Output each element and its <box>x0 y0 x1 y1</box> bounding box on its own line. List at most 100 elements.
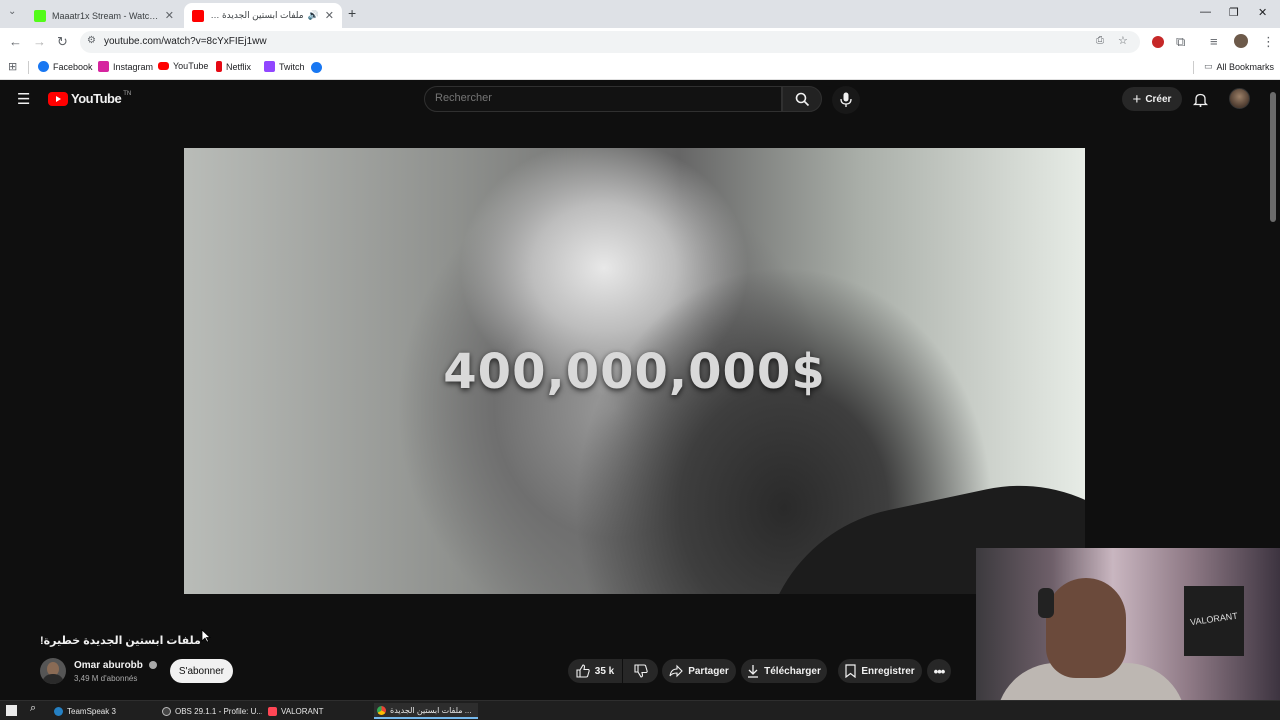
bookmark-label: Instagram <box>113 61 154 72</box>
create-label: Créer <box>1145 93 1172 105</box>
taskbar-search-icon[interactable]: ⌕ <box>30 702 36 715</box>
channel-avatar[interactable] <box>40 658 66 684</box>
close-tab-icon[interactable]: ✕ <box>165 9 174 22</box>
tab-search-icon[interactable]: ⌄ <box>8 6 16 17</box>
restore-icon[interactable]: ❐ <box>1229 6 1239 19</box>
share-label: Partager <box>688 665 729 677</box>
youtube-logo-text: YouTube <box>71 91 122 106</box>
taskbar-item-valorant[interactable]: VALORANT <box>268 703 368 719</box>
more-horizontal-icon: ••• <box>933 663 946 679</box>
bookmark-label: Twitch <box>279 61 305 72</box>
close-tab-icon[interactable]: ✕ <box>325 9 334 22</box>
youtube-logo[interactable]: YouTube TN <box>48 91 131 106</box>
search-box[interactable] <box>424 86 782 112</box>
divider <box>1193 61 1194 74</box>
download-button[interactable]: Télécharger <box>741 659 827 683</box>
headset-icon <box>1038 588 1054 618</box>
bookmark-twitch[interactable]: Twitch <box>264 61 305 72</box>
like-button[interactable]: 35 k <box>568 659 622 683</box>
more-actions-button[interactable]: ••• <box>927 659 951 683</box>
voice-search-button[interactable] <box>832 86 860 114</box>
hamburger-menu-icon[interactable]: ☰ <box>17 90 30 108</box>
channel-name-text: Omar aburobb <box>74 660 143 671</box>
menu-kebab-icon[interactable]: ⋮ <box>1262 34 1275 50</box>
bookmark-facebook-icon-only[interactable] <box>311 62 322 73</box>
kick-favicon-icon <box>34 9 46 22</box>
site-info-icon[interactable]: ⚙ <box>87 35 96 46</box>
mouse-cursor-icon <box>201 629 211 643</box>
address-bar[interactable]: ⚙ youtube.com/watch?v=8cYxFIEj1ww ⎙ ☆ <box>80 31 1140 53</box>
bookmark-facebook[interactable]: Facebook <box>38 61 93 72</box>
subscribe-button[interactable]: S'abonner <box>170 659 233 683</box>
create-button[interactable]: + Créer <box>1122 87 1182 111</box>
taskbar-item-label: VALORANT <box>281 706 324 716</box>
youtube-icon <box>158 62 169 70</box>
speaker-icon[interactable]: 🔊 <box>308 10 319 21</box>
forward-icon[interactable]: → <box>33 34 46 49</box>
minimize-icon[interactable]: — <box>1200 6 1211 18</box>
page-scrollbar-thumb[interactable] <box>1270 92 1276 222</box>
verified-badge-icon <box>148 661 157 670</box>
valorant-icon <box>268 706 277 716</box>
browser-tab-strip: ⌄ Maaatr1x Stream - Watch Live o ✕ ملفات… <box>0 0 1280 28</box>
facebook-icon <box>38 61 49 72</box>
youtube-region-code: TN <box>123 91 132 97</box>
search-input[interactable] <box>435 92 765 104</box>
thumbs-down-icon <box>633 664 648 678</box>
tab-title: Maaatr1x Stream - Watch Live o <box>52 10 159 21</box>
netflix-icon <box>216 61 222 72</box>
bookmark-youtube[interactable]: YouTube <box>158 61 208 71</box>
taskbar-item-chrome[interactable]: ملفات ابستين الجديدة ... <box>374 703 478 719</box>
bookmark-label: YouTube <box>173 61 209 71</box>
youtube-play-logo-icon <box>48 91 68 106</box>
taskbar-item-label: TeamSpeak 3 <box>67 706 116 716</box>
media-controls-icon[interactable]: ≡ <box>1210 34 1218 49</box>
bookmark-save-icon <box>845 664 856 678</box>
bookmark-star-icon[interactable]: ☆ <box>1118 34 1128 47</box>
twitch-icon <box>264 61 275 72</box>
streamer-webcam-overlay: VALORANT <box>976 548 1280 720</box>
taskbar-item-obs[interactable]: OBS 29.1.1 - Profile: U... <box>162 703 262 719</box>
windows-taskbar: ⌕ TeamSpeak 3 OBS 29.1.1 - Profile: U...… <box>0 700 1280 720</box>
folder-icon: ▭ <box>1204 61 1213 71</box>
profile-avatar-icon[interactable] <box>1234 34 1248 48</box>
instagram-icon <box>98 61 109 72</box>
dislike-button[interactable] <box>623 659 658 683</box>
channel-name[interactable]: Omar aburobb <box>74 660 157 671</box>
user-avatar[interactable] <box>1229 88 1250 109</box>
close-window-icon[interactable]: ✕ <box>1258 6 1267 19</box>
share-icon <box>669 664 683 678</box>
browser-tab-youtube[interactable]: ملفات ابستين الجديدة خطيرة! 🔊 ✕ <box>184 3 342 28</box>
divider <box>28 61 29 74</box>
share-button[interactable]: Partager <box>662 659 736 683</box>
extensions-icon[interactable]: ⧉ <box>1176 34 1185 50</box>
browser-tab-stream[interactable]: Maaatr1x Stream - Watch Live o ✕ <box>26 3 182 28</box>
save-button[interactable]: Enregistrer <box>838 659 922 683</box>
video-player[interactable]: 400,000,000$ <box>184 148 1085 594</box>
subscriber-count: 3,49 M d'abonnés <box>74 674 138 683</box>
install-icon[interactable]: ⎙ <box>1096 35 1104 46</box>
all-bookmarks-label: All Bookmarks <box>1216 61 1275 72</box>
windows-start-icon[interactable] <box>6 705 17 716</box>
bookmark-label: Netflix <box>226 61 252 72</box>
taskbar-item-teamspeak[interactable]: TeamSpeak 3 <box>54 703 154 719</box>
apps-grid-icon[interactable]: ⊞ <box>8 60 17 73</box>
all-bookmarks-folder[interactable]: ▭ All Bookmarks <box>1204 61 1274 72</box>
teamspeak-icon <box>54 706 63 716</box>
new-tab-icon[interactable]: + <box>348 5 356 21</box>
thumbs-up-icon <box>576 664 590 678</box>
obs-icon <box>162 706 171 716</box>
bookmark-netflix[interactable]: Netflix <box>216 61 251 72</box>
notifications-bell-icon[interactable] <box>1193 92 1208 107</box>
tab-title: ملفات ابستين الجديدة خطيرة! <box>210 10 304 20</box>
search-button[interactable] <box>782 86 822 112</box>
extension-adblock-icon[interactable] <box>1152 36 1164 48</box>
taskbar-item-label: OBS 29.1.1 - Profile: U... <box>175 706 262 716</box>
reload-icon[interactable]: ↻ <box>57 34 68 50</box>
microphone-icon <box>840 92 852 107</box>
bookmark-label: Facebook <box>53 61 93 72</box>
bookmark-instagram[interactable]: Instagram <box>98 61 153 72</box>
back-icon[interactable]: ← <box>9 34 22 49</box>
browser-toolbar: ← → ↻ ⚙ youtube.com/watch?v=8cYxFIEj1ww … <box>0 28 1280 56</box>
url-text[interactable]: youtube.com/watch?v=8cYxFIEj1ww <box>104 36 267 47</box>
